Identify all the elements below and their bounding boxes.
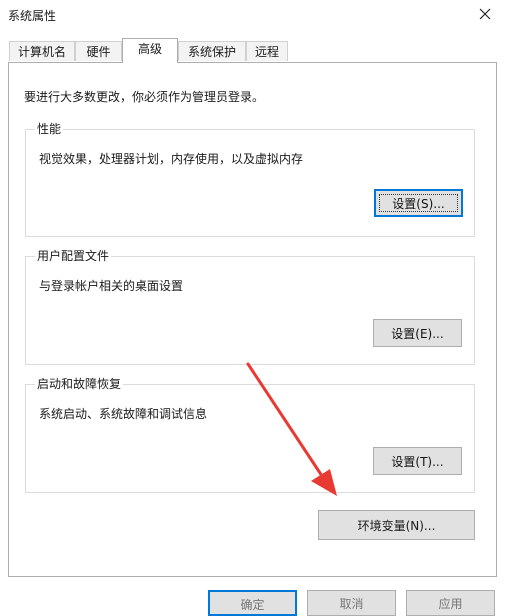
apply-button[interactable]: 应用	[406, 590, 495, 616]
tab-remote[interactable]: 远程	[246, 41, 288, 61]
environment-variables-button[interactable]: 环境变量(N)...	[318, 510, 475, 540]
startup-recovery-description: 系统启动、系统故障和调试信息	[39, 407, 208, 421]
performance-group: 性能 视觉效果，处理器计划，内存使用，以及虚拟内存 设置(S)...	[25, 121, 475, 237]
performance-settings-button[interactable]: 设置(S)...	[374, 189, 463, 217]
tab-advanced[interactable]: 高级	[122, 38, 178, 63]
ok-button[interactable]: 确定	[208, 590, 297, 616]
user-profiles-settings-button[interactable]: 设置(E)...	[373, 319, 462, 347]
user-profiles-legend: 用户配置文件	[35, 248, 112, 264]
tab-hardware[interactable]: 硬件	[75, 41, 122, 61]
user-profiles-description: 与登录帐户相关的桌面设置	[39, 279, 184, 293]
admin-note: 要进行大多数更改，你必须作为管理员登录。	[24, 90, 265, 104]
user-profiles-group: 用户配置文件 与登录帐户相关的桌面设置 设置(E)...	[25, 248, 475, 365]
startup-recovery-group: 启动和故障恢复 系统启动、系统故障和调试信息 设置(T)...	[25, 376, 475, 493]
tab-system-protection[interactable]: 系统保护	[178, 41, 246, 61]
close-button[interactable]	[463, 0, 507, 30]
performance-legend: 性能	[35, 121, 64, 137]
title-bar: 系统属性	[0, 0, 507, 30]
cancel-button[interactable]: 取消	[307, 590, 396, 616]
close-icon	[479, 8, 491, 23]
performance-description: 视觉效果，处理器计划，内存使用，以及虚拟内存	[39, 152, 304, 166]
window-title: 系统属性	[8, 9, 57, 23]
startup-recovery-settings-button[interactable]: 设置(T)...	[373, 447, 462, 475]
startup-recovery-legend: 启动和故障恢复	[35, 376, 124, 392]
tab-computer-name[interactable]: 计算机名	[9, 41, 75, 61]
